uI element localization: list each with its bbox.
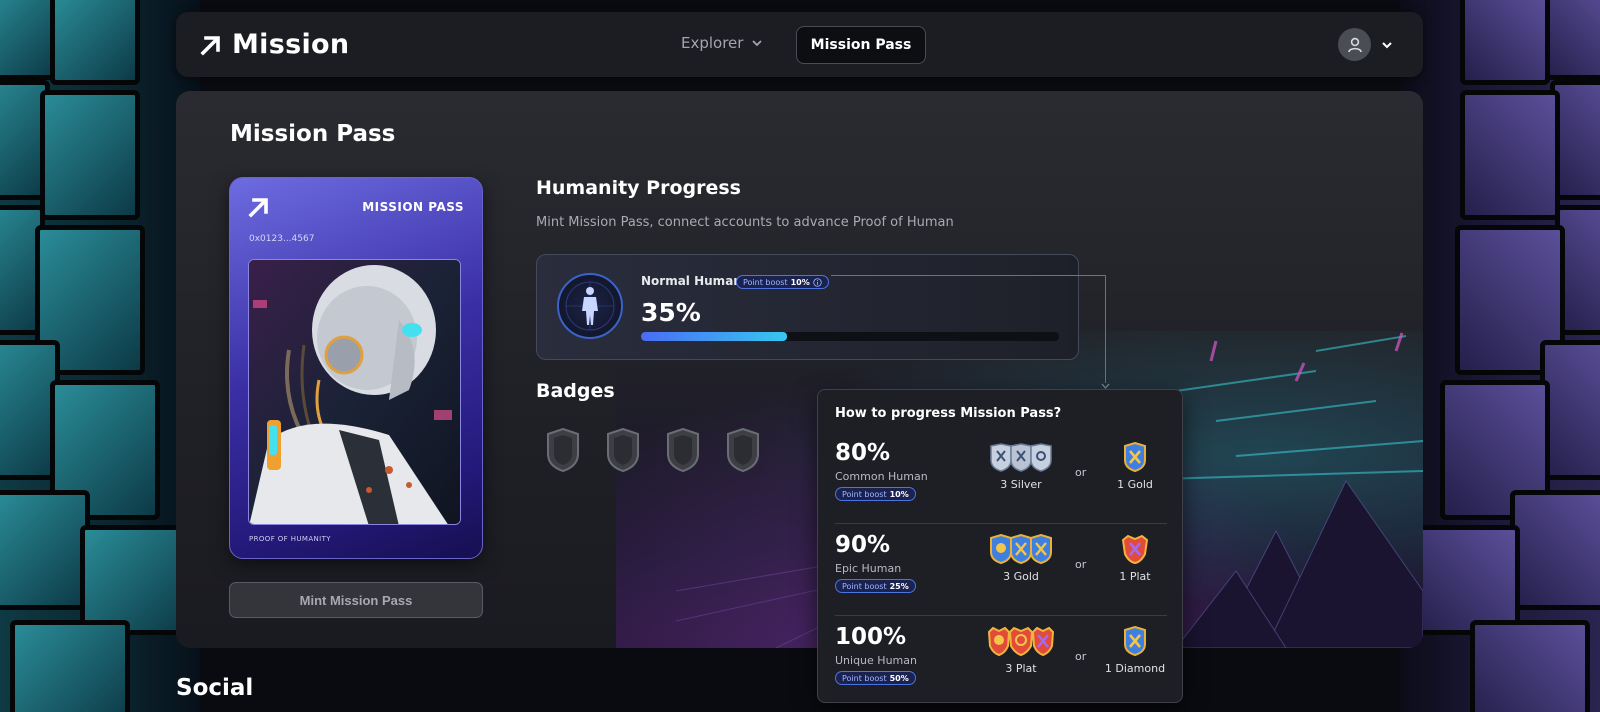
user-icon bbox=[1347, 37, 1362, 52]
chevron-down-icon bbox=[752, 40, 763, 47]
tier-percent: 80% bbox=[835, 440, 891, 466]
badges-title: Badges bbox=[536, 380, 615, 402]
human-figure-icon bbox=[557, 273, 623, 339]
requirement-label: 3 Silver bbox=[1000, 478, 1042, 491]
social-section-title: Social bbox=[176, 675, 254, 701]
requirement-option-b: 1 Plat bbox=[1102, 534, 1168, 583]
progress-bar-fill bbox=[641, 332, 788, 341]
card-title: MISSION PASS bbox=[362, 200, 464, 214]
plat-badge-icon bbox=[1102, 534, 1168, 564]
nav-mission-pass-tab[interactable]: Mission Pass bbox=[796, 26, 926, 64]
requirement-label: 1 Diamond bbox=[1104, 662, 1166, 675]
robot-artwork bbox=[248, 259, 461, 525]
shield-badge-icon[interactable] bbox=[604, 428, 642, 472]
tier-name: Common Human bbox=[835, 470, 928, 483]
requirement-label: 3 Gold bbox=[1003, 570, 1039, 583]
shield-badge-icon[interactable] bbox=[664, 428, 702, 472]
card-footer: PROOF OF HUMANITY bbox=[249, 535, 331, 543]
tier-row: 80% Common Human Point boost 10% 3 Silve… bbox=[818, 432, 1184, 524]
humanity-progress-description: Mint Mission Pass, connect accounts to a… bbox=[536, 215, 954, 230]
requirement-option-a: 3 Silver bbox=[986, 442, 1056, 491]
point-boost-label: Point boost bbox=[743, 277, 788, 287]
brand-name: Mission bbox=[232, 29, 350, 60]
tier-percent: 100% bbox=[835, 624, 907, 650]
shield-badge-icon[interactable] bbox=[724, 428, 762, 472]
requirement-option-a: 3 Gold bbox=[986, 534, 1056, 583]
tier-boost-value: 25% bbox=[889, 581, 909, 591]
requirement-option-b: 1 Gold bbox=[1102, 442, 1168, 491]
point-boost-badge: Point boost 10% bbox=[736, 275, 829, 289]
tier-boost-value: 50% bbox=[889, 673, 909, 683]
tier-boost-label: Point boost bbox=[842, 581, 887, 591]
mission-pass-panel: Mission Pass MISSION PASS 0x0123...4567 bbox=[176, 91, 1423, 648]
user-menu[interactable] bbox=[1338, 28, 1393, 61]
brand-logo[interactable]: Mission bbox=[200, 29, 349, 60]
popover-title: How to progress Mission Pass? bbox=[835, 406, 1062, 421]
point-boost-value: 10% bbox=[790, 277, 810, 287]
tier-boost-label: Point boost bbox=[842, 673, 887, 683]
arrow-up-right-icon bbox=[200, 35, 220, 56]
tier-name: Epic Human bbox=[835, 562, 902, 575]
mint-mission-pass-button[interactable]: Mint Mission Pass bbox=[229, 582, 483, 618]
tier-row: 100% Unique Human Point boost 50% 3 Plat… bbox=[818, 616, 1184, 708]
tier-point-boost: Point boost 10% bbox=[835, 487, 916, 501]
requirement-label: 1 Gold bbox=[1117, 478, 1153, 491]
popover-connector-line bbox=[831, 275, 1106, 383]
requirement-label: 1 Plat bbox=[1119, 570, 1151, 583]
top-navigation-bar: Mission Explorer Mission Pass bbox=[176, 12, 1423, 77]
requirement-option-a: 3 Plat bbox=[986, 626, 1056, 675]
tier-row: 90% Epic Human Point boost 25% 3 Gold or… bbox=[818, 524, 1184, 616]
nav-explorer-label: Explorer bbox=[681, 34, 744, 52]
gold-badges-icon bbox=[986, 534, 1056, 564]
diamond-badge-icon bbox=[1102, 626, 1168, 656]
progress-guide-popover: How to progress Mission Pass? 80% Common… bbox=[817, 389, 1183, 703]
mission-pass-card: MISSION PASS 0x0123...4567 PROOF OF HUMA… bbox=[229, 177, 483, 559]
shield-badge-icon[interactable] bbox=[544, 428, 582, 472]
or-label: or bbox=[1075, 558, 1087, 571]
wallet-address: 0x0123...4567 bbox=[249, 234, 315, 244]
tier-boost-value: 10% bbox=[889, 489, 909, 499]
or-label: or bbox=[1075, 650, 1087, 663]
gold-badge-icon bbox=[1102, 442, 1168, 472]
humanity-progress-title: Humanity Progress bbox=[536, 177, 741, 199]
silver-badges-icon bbox=[986, 442, 1056, 472]
tier-name: Unique Human bbox=[835, 654, 917, 667]
tier-boost-label: Point boost bbox=[842, 489, 887, 499]
tier-point-boost: Point boost 50% bbox=[835, 671, 916, 685]
current-level-name: Normal Human bbox=[641, 274, 742, 288]
background-right-wall bbox=[1400, 0, 1600, 712]
requirement-option-b: 1 Diamond bbox=[1102, 626, 1168, 675]
tier-point-boost: Point boost 25% bbox=[835, 579, 916, 593]
background-left-wall bbox=[0, 0, 200, 712]
avatar bbox=[1338, 28, 1371, 61]
badges-list bbox=[544, 428, 762, 472]
chevron-down-icon bbox=[1382, 41, 1392, 48]
requirement-label: 3 Plat bbox=[1005, 662, 1037, 675]
tier-percent: 90% bbox=[835, 532, 891, 558]
nav-explorer-dropdown[interactable]: Explorer bbox=[681, 34, 763, 52]
plat-badges-icon bbox=[986, 626, 1056, 656]
info-icon[interactable] bbox=[813, 277, 822, 287]
arrow-up-right-icon bbox=[248, 198, 268, 218]
progress-percent: 35% bbox=[641, 298, 701, 327]
page-title: Mission Pass bbox=[230, 121, 396, 147]
or-label: or bbox=[1075, 466, 1087, 479]
